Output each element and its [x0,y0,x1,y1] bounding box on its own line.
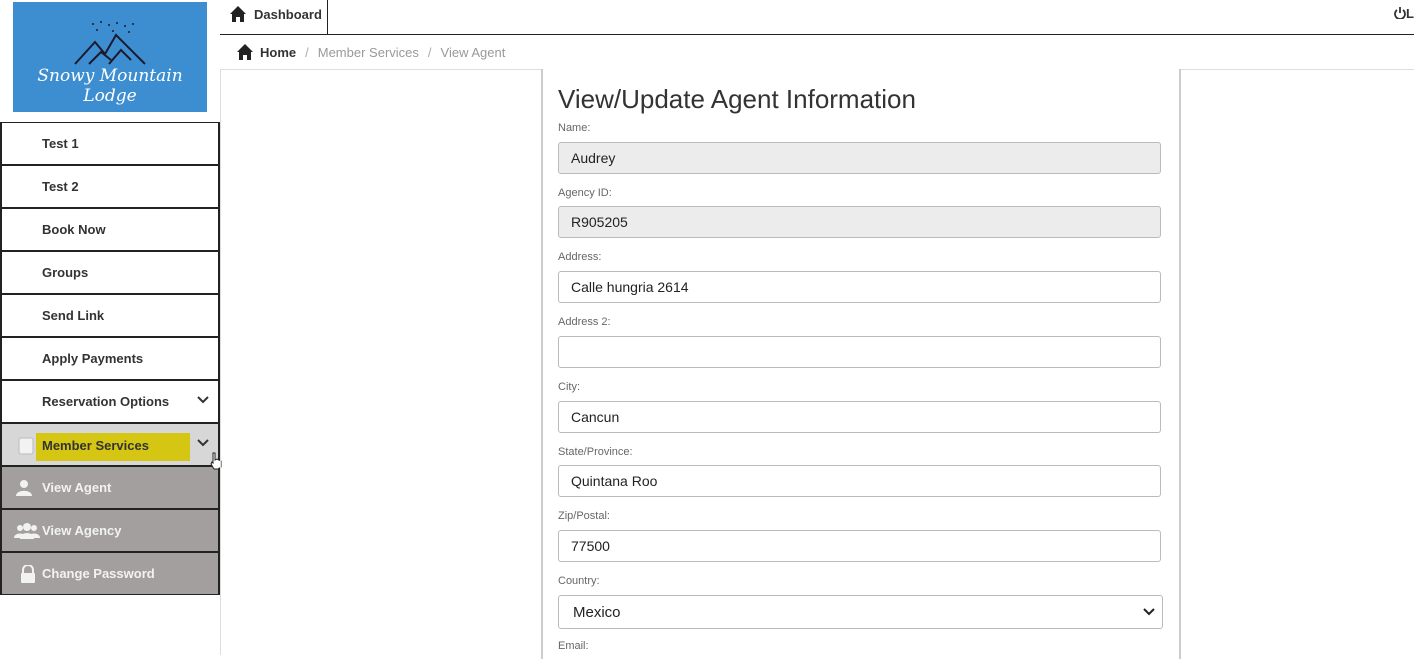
user-icon [16,480,32,496]
sidebar-subitem-view-agent[interactable]: View Agent [0,466,220,509]
state-field[interactable] [558,465,1161,497]
agency-id-field[interactable] [558,206,1161,238]
home-icon [237,44,253,60]
chevron-down-icon [197,396,209,404]
brand-logo[interactable]: Snowy Mountain Lodge [13,2,207,112]
breadcrumb-separator: / [427,44,432,60]
top-bar: Dashboard L [220,0,1414,35]
dashboard-tab[interactable]: Dashboard [220,0,328,34]
email-label: Email: [558,640,589,652]
breadcrumb-home[interactable]: Home [236,44,296,60]
sidebar-subitem-label: Change Password [42,566,155,581]
address2-label: Address 2: [558,316,611,328]
agency-id-label: Agency ID: [558,187,612,199]
name-field[interactable] [558,142,1161,174]
sidebar-item-reservation-options[interactable]: Reservation Options [0,380,220,423]
state-label: State/Province: [558,446,633,458]
sidebar-item-book-now[interactable]: Book Now [0,208,220,251]
sidebar-subitem-view-agency[interactable]: View Agency [0,509,220,552]
logout-button[interactable]: L [1394,6,1414,21]
users-icon [14,523,40,539]
book-icon [18,437,34,455]
sidebar-subitem-change-password[interactable]: Change Password [0,552,220,595]
city-label: City: [558,381,580,393]
sidebar-subitem-label: View Agent [42,480,112,495]
lock-icon [21,565,35,583]
address-label: Address: [558,251,602,263]
agent-form-panel: View/Update Agent Information Name: Agen… [541,69,1181,659]
chevron-down-icon [197,439,209,447]
sidebar-item-member-services[interactable]: Member Services [0,423,220,466]
sidebar-item-label: Test 1 [42,136,79,151]
content-left-border [220,69,221,655]
breadcrumb-separator: / [305,44,309,60]
address2-field[interactable] [558,336,1161,368]
logo-text: Snowy Mountain Lodge [37,66,183,106]
home-icon [230,6,246,22]
sidebar-item-label: Book Now [42,222,106,237]
sidebar-item-label: Send Link [42,308,105,323]
dashboard-label: Dashboard [254,7,322,22]
sidebar-item-label: Apply Payments [42,351,144,366]
sidebar-item-label: Groups [42,265,89,280]
breadcrumb-current: View Agent [440,44,506,60]
name-label: Name: [558,122,591,134]
country-select-value: Mexico [573,603,621,621]
sidebar-item-test-1[interactable]: Test 1 [0,122,220,165]
sidebar-item-apply-payments[interactable]: Apply Payments [0,337,220,380]
address-field[interactable] [558,271,1161,303]
country-label: Country: [558,575,600,587]
breadcrumb: Home / Member Services / View Agent [236,44,505,60]
power-icon [1394,7,1406,20]
country-select[interactable]: Mexico [558,595,1163,629]
sidebar-nav: Test 1 Test 2 Book Now Groups Send Link … [0,122,220,595]
zip-label: Zip/Postal: [558,510,610,522]
sidebar-item-label: Reservation Options [42,394,170,409]
sidebar-item-label: Test 2 [42,179,79,194]
sidebar-item-send-link[interactable]: Send Link [0,294,220,337]
city-field[interactable] [558,401,1161,433]
breadcrumb-home-label: Home [260,44,297,60]
breadcrumb-member-services[interactable]: Member Services [318,45,419,60]
sidebar-item-groups[interactable]: Groups [0,251,220,294]
logout-label: L [1406,6,1414,21]
sidebar-item-label: Member Services [42,438,149,453]
sidebar-subitem-label: View Agency [42,523,122,538]
page-title: View/Update Agent Information [558,84,916,114]
zip-field[interactable] [558,530,1161,562]
sidebar-item-test-2[interactable]: Test 2 [0,165,220,208]
chevron-down-icon [1143,608,1155,616]
